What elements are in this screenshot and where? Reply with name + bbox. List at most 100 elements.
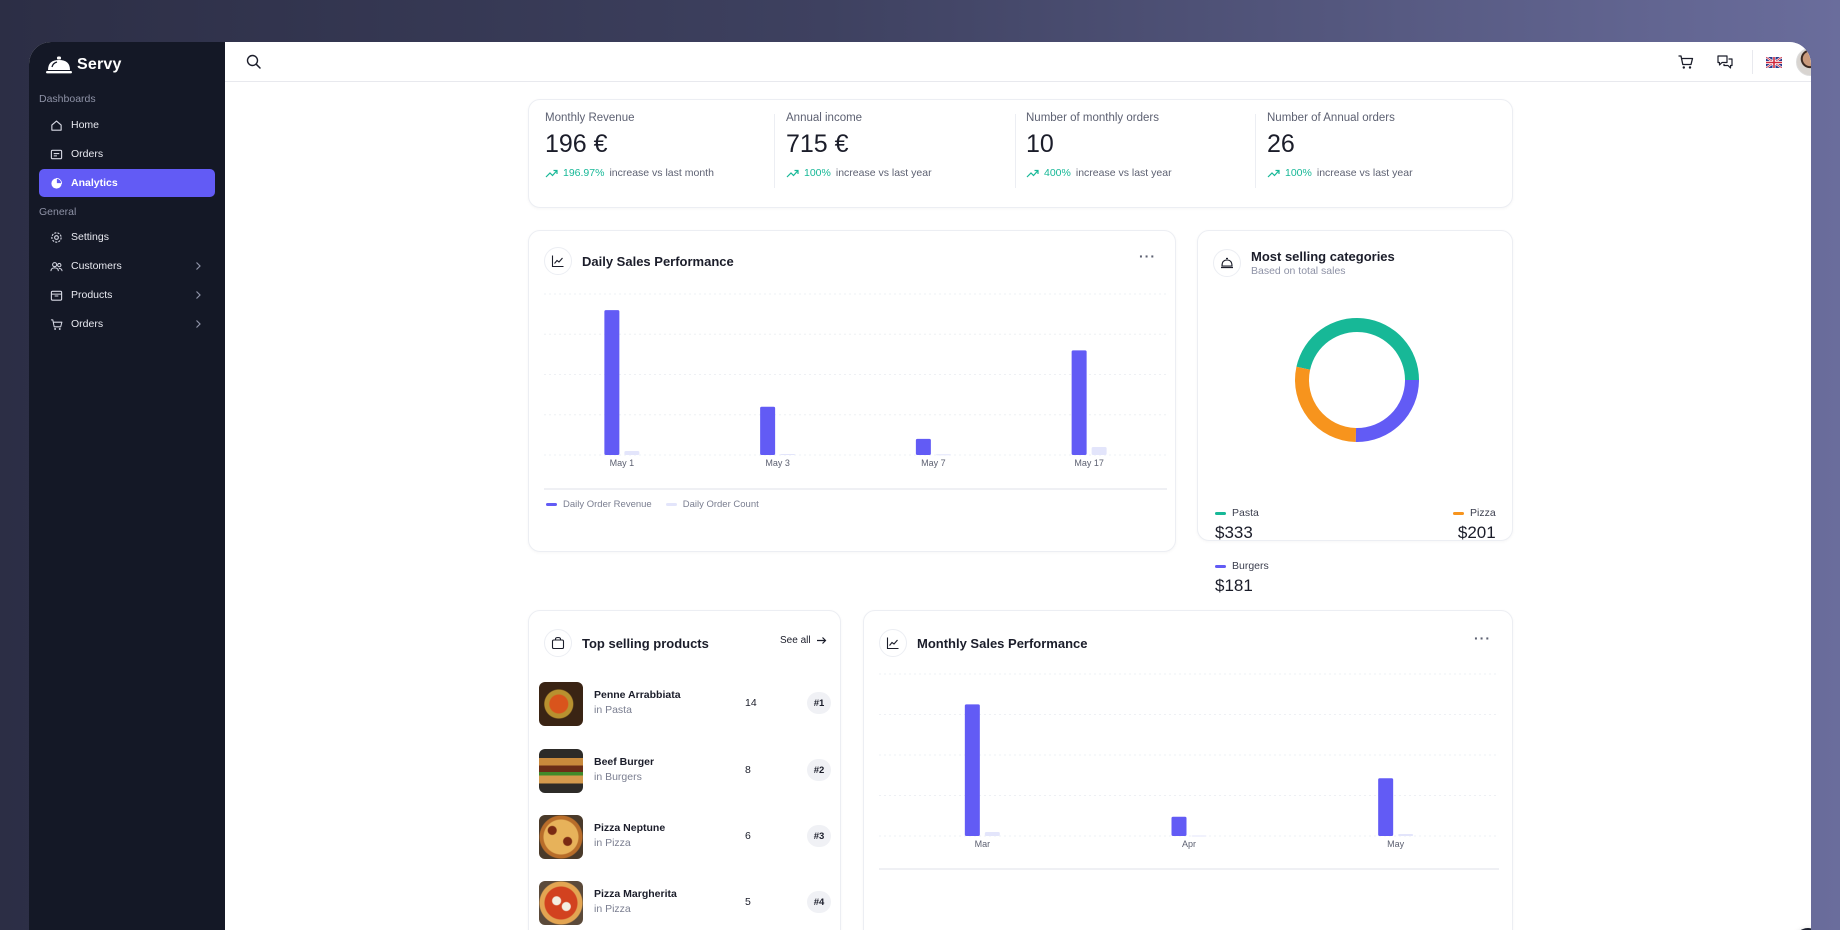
- legend-swatch: [546, 503, 557, 506]
- stat-title: Number of Annual orders: [1267, 112, 1395, 124]
- chart-bar[interactable]: [780, 453, 796, 455]
- product-quantity: 5: [745, 896, 751, 908]
- chart-bar[interactable]: [604, 310, 620, 455]
- category-value: $333: [1215, 523, 1253, 542]
- product-rank-badge: #2: [807, 759, 831, 781]
- x-tick-label: May 1: [610, 458, 635, 468]
- chart-bar[interactable]: [935, 454, 951, 456]
- donut-slice[interactable]: [1355, 380, 1419, 442]
- stat-monthly-revenue: Monthly Revenue 196 € 196.97% increase v…: [545, 112, 775, 179]
- stat-title: Annual income: [786, 112, 863, 124]
- product-rank-badge: #3: [807, 825, 831, 847]
- x-tick-label: May 7: [921, 458, 946, 468]
- chart-bar[interactable]: [760, 406, 776, 455]
- sidebar-item-customers[interactable]: Customers: [39, 252, 215, 280]
- search-icon[interactable]: [245, 53, 263, 71]
- legend-label: Daily Order Revenue: [563, 499, 652, 510]
- stat-title: Monthly Revenue: [545, 112, 635, 124]
- stat-change-percent: 100%: [804, 167, 831, 179]
- product-quantity: 6: [745, 830, 751, 842]
- product-image: [539, 815, 583, 859]
- stats-card: Monthly Revenue 196 € 196.97% increase v…: [528, 99, 1513, 208]
- category-pasta: Pasta $333: [1215, 507, 1259, 543]
- list-item[interactable]: Pizza Margherita in Pizza 5 #4: [539, 881, 831, 925]
- stat-title: Number of monthly orders: [1026, 112, 1159, 124]
- category-burgers: Burgers $181: [1215, 560, 1269, 596]
- stat-divider: [1255, 114, 1256, 188]
- stat-change-percent: 100%: [1285, 167, 1312, 179]
- sidebar-item-settings[interactable]: Settings: [39, 223, 215, 251]
- donut-slice[interactable]: [1295, 366, 1357, 442]
- category-value: $201: [1457, 523, 1496, 542]
- chart-bar[interactable]: [964, 704, 980, 836]
- sidebar-item-home[interactable]: Home: [39, 111, 215, 139]
- product-category: in Pizza: [594, 903, 631, 915]
- x-tick-label: Mar: [975, 839, 991, 849]
- sidebar-item-orders[interactable]: Orders: [39, 140, 215, 168]
- sidebar-item-analytics[interactable]: Analytics: [39, 169, 215, 197]
- cart-icon[interactable]: [1677, 53, 1695, 71]
- legend-label: Daily Order Count: [682, 499, 759, 510]
- app-window: Servy Dashboards Home Orders Analytics G…: [29, 42, 1811, 930]
- chevron-right-icon: [196, 320, 201, 328]
- chat-icon[interactable]: [1716, 53, 1734, 71]
- see-all-label: See all: [780, 635, 811, 646]
- chart-bar[interactable]: [624, 450, 640, 455]
- stat-value: 196 €: [545, 130, 608, 158]
- chart-bar[interactable]: [915, 438, 931, 455]
- x-tick-label: Apr: [1182, 839, 1196, 849]
- legend-swatch: [1215, 564, 1226, 568]
- stat-change-text: increase vs last month: [609, 167, 714, 179]
- list-item[interactable]: Penne Arrabbiata in Pasta 14 #1: [539, 682, 831, 726]
- brand-logo[interactable]: Servy: [45, 54, 122, 76]
- trend-up-icon: [545, 169, 558, 177]
- donut-slice[interactable]: [1296, 317, 1419, 380]
- bag-icon: [544, 629, 572, 657]
- section-label-general: General: [39, 206, 77, 218]
- legend-swatch: [1453, 511, 1464, 515]
- x-tick-label: May: [1387, 839, 1405, 849]
- cart-icon: [50, 318, 63, 330]
- box-icon: [50, 290, 63, 301]
- chart-bar[interactable]: [1171, 816, 1187, 836]
- see-all-link[interactable]: See all: [780, 635, 827, 646]
- stat-change: 100% increase vs last year: [1267, 167, 1497, 179]
- top-products-card: Top selling products See all Penne Arrab…: [528, 610, 841, 930]
- arrow-right-icon: [816, 637, 826, 644]
- product-name: Penne Arrabbiata: [594, 689, 681, 701]
- stat-annual-orders: Number of Annual orders 26 100% increase…: [1267, 112, 1497, 179]
- daily-sales-card: Daily Sales Performance ··· May 1 May 3 Ma…: [528, 230, 1176, 552]
- chart-bar[interactable]: [984, 831, 1000, 836]
- product-name: Beef Burger: [594, 756, 655, 768]
- stat-change: 196.97% increase vs last month: [545, 167, 775, 179]
- product-name: Pizza Neptune: [594, 822, 666, 834]
- chart-bar[interactable]: [1378, 778, 1394, 836]
- stat-change-percent: 400%: [1044, 167, 1071, 179]
- list-item[interactable]: Pizza Neptune in Pizza 6 #3: [539, 815, 831, 859]
- sidebar-item-label: Home: [71, 119, 100, 131]
- sidebar-item-orders-menu[interactable]: Orders: [39, 310, 215, 338]
- list-item[interactable]: Beef Burger in Burgers 8 #2: [539, 749, 831, 793]
- chart-bar[interactable]: [1091, 446, 1107, 455]
- trend-up-icon: [1026, 169, 1039, 177]
- avatar[interactable]: [1796, 48, 1811, 76]
- x-tick-label: May 3: [765, 458, 790, 468]
- gear-icon: [51, 231, 62, 243]
- chart-bar[interactable]: [1191, 835, 1207, 837]
- cloche-icon: [46, 56, 72, 74]
- uk-flag-icon[interactable]: [1766, 57, 1782, 68]
- sidebar-item-label: Customers: [71, 260, 122, 272]
- stat-monthly-orders: Number of monthly orders 10 400% increas…: [1026, 112, 1256, 179]
- card-title: Top selling products: [582, 635, 709, 651]
- card-header: Top selling products: [544, 629, 709, 657]
- category-name: Burgers: [1232, 560, 1269, 572]
- category-pizza: Pizza $201: [1453, 507, 1496, 543]
- sidebar-item-products[interactable]: Products: [39, 281, 215, 309]
- stat-change-text: increase vs last year: [1316, 167, 1413, 179]
- chart-bar[interactable]: [1398, 833, 1414, 836]
- legend-swatch: [1215, 511, 1226, 515]
- chart-bar[interactable]: [1071, 350, 1087, 455]
- stat-change: 100% increase vs last year: [786, 167, 1016, 179]
- stat-change: 400% increase vs last year: [1026, 167, 1256, 179]
- stat-change-text: increase vs last year: [835, 167, 932, 179]
